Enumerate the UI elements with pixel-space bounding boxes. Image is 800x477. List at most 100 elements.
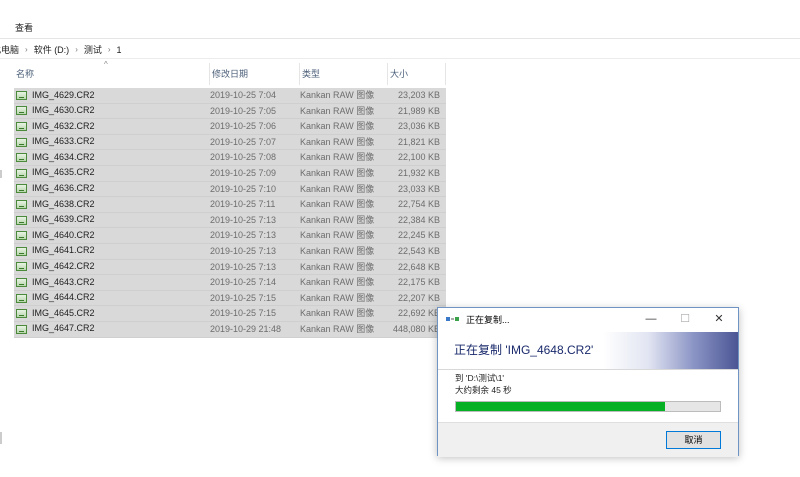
chevron-right-icon[interactable]: › bbox=[75, 45, 78, 54]
file-name-cell: IMG_4643.CR2 bbox=[14, 275, 210, 290]
file-date: 2019-10-25 7:15 bbox=[210, 292, 277, 303]
file-row[interactable]: IMG_4632.CR2 2019-10-25 7:06 Kankan RAW 图像… bbox=[14, 119, 446, 135]
file-date: 2019-10-25 7:13 bbox=[210, 214, 277, 225]
raw-image-file-icon bbox=[16, 184, 27, 194]
file-date: 2019-10-25 7:11 bbox=[210, 199, 276, 210]
file-date: 2019-10-25 7:13 bbox=[210, 261, 277, 272]
breadcrumb-item-this-pc[interactable]: 此电脑 bbox=[0, 43, 19, 56]
file-row[interactable]: IMG_4635.CR2 2019-10-25 7:09 Kankan RAW 图像… bbox=[14, 165, 446, 182]
file-type: Kankan RAW 图像 bbox=[300, 277, 375, 288]
file-type: Kankan RAW 图像 bbox=[300, 105, 375, 116]
ribbon: 查看 bbox=[0, 0, 800, 39]
breadcrumb-item-drive[interactable]: 软件 (D:) bbox=[34, 43, 70, 56]
file-size: 22,543 KB bbox=[397, 245, 440, 256]
file-name: IMG_4641.CR2 bbox=[32, 245, 95, 256]
file-row[interactable]: IMG_4630.CR2 2019-10-25 7:05 Kankan RAW 图像… bbox=[14, 103, 446, 120]
file-name-cell: IMG_4635.CR2 bbox=[14, 166, 210, 181]
file-size: 22,100 KB bbox=[397, 152, 440, 163]
raw-image-file-icon bbox=[16, 277, 27, 287]
breadcrumb-item-test[interactable]: 测试 bbox=[84, 43, 102, 56]
file-name: IMG_4633.CR2 bbox=[32, 136, 95, 147]
raw-image-file-icon bbox=[16, 293, 27, 303]
file-name-cell: IMG_4629.CR2 bbox=[14, 88, 210, 103]
file-row[interactable]: IMG_4636.CR2 2019-10-25 7:10 Kankan RAW 图像… bbox=[14, 181, 446, 198]
chevron-right-icon[interactable]: › bbox=[25, 45, 28, 54]
file-size: 21,989 KB bbox=[397, 105, 440, 116]
breadcrumb-item-1[interactable]: 1 bbox=[117, 45, 122, 55]
file-row[interactable]: IMG_4644.CR2 2019-10-25 7:15 Kankan RAW 图像… bbox=[14, 290, 446, 307]
file-date: 2019-10-25 7:13 bbox=[210, 230, 277, 241]
dialog-banner: 正在复制 'IMG_4648.CR2' bbox=[438, 332, 738, 370]
file-name-cell: IMG_4647.CR2 bbox=[14, 322, 210, 337]
file-date: 2019-10-25 7:06 bbox=[210, 121, 277, 132]
file-name: IMG_4642.CR2 bbox=[32, 261, 95, 272]
raw-image-file-icon bbox=[16, 153, 27, 163]
file-size: 21,821 KB bbox=[397, 136, 440, 147]
file-name-cell: IMG_4630.CR2 bbox=[14, 104, 210, 119]
file-size: 22,175 KB bbox=[397, 277, 440, 288]
file-row[interactable]: IMG_4643.CR2 2019-10-25 7:14 Kankan RAW 图像… bbox=[14, 275, 446, 291]
dialog-titlebar[interactable]: 正在复制... — ☐ ✕ bbox=[438, 308, 738, 330]
file-type: Kankan RAW 图像 bbox=[300, 183, 375, 194]
file-size: 22,648 KB bbox=[397, 261, 440, 272]
file-name: IMG_4636.CR2 bbox=[32, 183, 95, 194]
file-name-cell: IMG_4638.CR2 bbox=[14, 197, 210, 212]
file-name: IMG_4640.CR2 bbox=[32, 229, 95, 240]
file-date: 2019-10-25 7:08 bbox=[210, 152, 277, 163]
nav-pane-edge bbox=[0, 432, 2, 444]
file-date: 2019-10-25 7:15 bbox=[210, 308, 277, 319]
raw-image-file-icon bbox=[16, 199, 27, 209]
file-row[interactable]: IMG_4645.CR2 2019-10-25 7:15 Kankan RAW 图像… bbox=[14, 306, 446, 322]
file-type: Kankan RAW 图像 bbox=[300, 292, 375, 303]
file-date: 2019-10-25 7:09 bbox=[210, 167, 277, 178]
file-row[interactable]: IMG_4638.CR2 2019-10-25 7:11 Kankan RAW 图像… bbox=[14, 197, 446, 213]
file-date: 2019-10-29 21:48 bbox=[210, 323, 282, 334]
file-type: Kankan RAW 图像 bbox=[300, 152, 375, 163]
file-name-cell: IMG_4640.CR2 bbox=[14, 228, 210, 243]
file-date: 2019-10-25 7:05 bbox=[210, 105, 277, 116]
nav-pane-edge bbox=[0, 170, 2, 178]
file-row[interactable]: IMG_4629.CR2 2019-10-25 7:04 Kankan RAW 图像… bbox=[14, 88, 446, 104]
minimize-icon[interactable]: — bbox=[634, 308, 668, 330]
file-type: Kankan RAW 图像 bbox=[300, 121, 375, 132]
cancel-button[interactable]: 取消 bbox=[666, 431, 721, 449]
file-name: IMG_4630.CR2 bbox=[32, 105, 95, 116]
file-row[interactable]: IMG_4639.CR2 2019-10-25 7:13 Kankan RAW 图像… bbox=[14, 212, 446, 229]
file-row[interactable]: IMG_4641.CR2 2019-10-25 7:13 Kankan RAW 图像… bbox=[14, 243, 446, 260]
file-name: IMG_4647.CR2 bbox=[32, 323, 95, 334]
file-size: 23,203 KB bbox=[397, 90, 440, 100]
file-date: 2019-10-25 7:04 bbox=[210, 90, 277, 100]
address-bar[interactable]: 此电脑 › 软件 (D:) › 测试 › 1 bbox=[0, 39, 800, 59]
column-header-size[interactable]: 大小 bbox=[388, 63, 446, 85]
destination-text: 到 'D:\测试\1' bbox=[455, 373, 505, 383]
file-type: Kankan RAW 图像 bbox=[300, 308, 375, 319]
column-header-date[interactable]: 修改日期 bbox=[210, 63, 300, 85]
file-name: IMG_4639.CR2 bbox=[32, 214, 95, 225]
time-remaining-text: 大约剩余 45 秒 bbox=[455, 385, 512, 395]
file-row[interactable]: IMG_4647.CR2 2019-10-29 21:48 Kankan RAW 图… bbox=[14, 321, 446, 338]
file-row[interactable]: IMG_4640.CR2 2019-10-25 7:13 Kankan RAW 图像… bbox=[14, 228, 446, 244]
file-row[interactable]: IMG_4633.CR2 2019-10-25 7:07 Kankan RAW 图像… bbox=[14, 134, 446, 151]
raw-image-file-icon bbox=[16, 246, 27, 256]
file-size: 448,080 KB bbox=[392, 323, 440, 334]
close-icon[interactable]: ✕ bbox=[702, 308, 736, 330]
file-size: 22,207 KB bbox=[397, 292, 440, 303]
file-size: 22,692 KB bbox=[397, 308, 440, 319]
chevron-right-icon[interactable]: › bbox=[108, 45, 111, 54]
file-date: 2019-10-25 7:07 bbox=[210, 136, 277, 147]
column-header-type[interactable]: 类型 bbox=[300, 63, 388, 85]
file-name: IMG_4645.CR2 bbox=[32, 307, 95, 318]
file-row[interactable]: IMG_4642.CR2 2019-10-25 7:13 Kankan RAW 图像… bbox=[14, 259, 446, 276]
file-type: Kankan RAW 图像 bbox=[300, 230, 375, 241]
file-row[interactable]: IMG_4634.CR2 2019-10-25 7:08 Kankan RAW 图像… bbox=[14, 150, 446, 166]
maximize-icon[interactable]: ☐ bbox=[668, 308, 702, 330]
file-date: 2019-10-25 7:13 bbox=[210, 245, 277, 256]
column-header-name[interactable]: 名称 bbox=[14, 63, 210, 85]
raw-image-file-icon bbox=[16, 90, 27, 100]
tab-view[interactable]: 查看 bbox=[15, 21, 33, 34]
file-name-cell: IMG_4639.CR2 bbox=[14, 213, 210, 228]
raw-image-file-icon bbox=[16, 168, 27, 178]
file-type: Kankan RAW 图像 bbox=[300, 214, 375, 225]
raw-image-file-icon bbox=[16, 231, 27, 241]
raw-image-file-icon bbox=[16, 106, 27, 116]
